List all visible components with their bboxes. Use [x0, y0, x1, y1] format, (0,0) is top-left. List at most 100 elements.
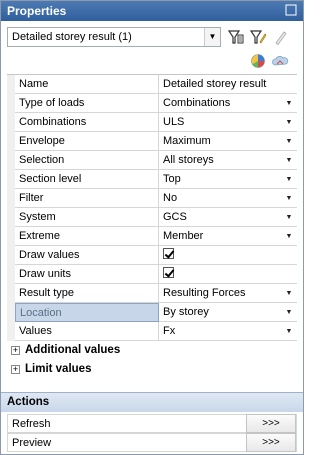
location-select[interactable]: By storey ▼	[159, 303, 297, 322]
property-label: Draw units	[15, 265, 159, 284]
section-limit-values[interactable]: + Limit values	[7, 360, 297, 379]
refresh-label: Refresh	[12, 418, 51, 430]
draw-values-checkbox[interactable]	[163, 248, 174, 259]
filter-select[interactable]: No ▼	[159, 189, 297, 208]
row-gutter	[7, 208, 15, 227]
property-row-name: Name Detailed storey result	[7, 75, 297, 94]
pin-icon[interactable]	[285, 4, 297, 16]
object-selector[interactable]: Detailed storey result (1) ▼	[7, 27, 221, 47]
row-gutter	[7, 284, 15, 303]
chevron-down-icon[interactable]: ▼	[283, 154, 295, 167]
property-label: Name	[15, 75, 159, 94]
property-label: Draw values	[15, 246, 159, 265]
chevron-down-icon[interactable]: ▼	[283, 287, 295, 300]
envelope-select[interactable]: Maximum ▼	[159, 132, 297, 151]
property-label: Values	[15, 322, 159, 341]
result-type-select[interactable]: Resulting Forces ▼	[159, 284, 297, 303]
select-filter-icon[interactable]	[227, 28, 245, 46]
property-row-combinations: Combinations ULS ▼	[7, 113, 297, 132]
name-input[interactable]: Detailed storey result	[159, 75, 297, 94]
row-gutter	[7, 303, 15, 322]
edit-pencil-icon[interactable]	[271, 28, 289, 46]
property-value-cell	[159, 246, 297, 265]
section-label: Limit values	[25, 363, 92, 375]
extreme-select[interactable]: Member ▼	[159, 227, 297, 246]
draw-units-checkbox[interactable]	[163, 267, 174, 278]
property-value: GCS	[163, 211, 187, 223]
chevron-down-icon[interactable]: ▼	[283, 173, 295, 186]
chevron-down-icon[interactable]: ▼	[283, 192, 295, 205]
row-gutter	[7, 265, 15, 284]
chevron-down-icon[interactable]: ▼	[283, 306, 295, 319]
section-level-select[interactable]: Top ▼	[159, 170, 297, 189]
chevron-down-icon[interactable]: ▼	[283, 325, 295, 338]
property-row-system: System GCS ▼	[7, 208, 297, 227]
expand-icon[interactable]: +	[11, 346, 20, 355]
action-row-refresh: Refresh >>>	[7, 414, 297, 433]
property-row-result-type: Result type Resulting Forces ▼	[7, 284, 297, 303]
row-gutter	[7, 151, 15, 170]
type-of-loads-select[interactable]: Combinations ▼	[159, 94, 297, 113]
selection-select[interactable]: All storeys ▼	[159, 151, 297, 170]
row-gutter	[7, 75, 15, 94]
properties-panel: Properties Detailed storey result (1) ▼ …	[0, 0, 304, 455]
property-value: Top	[163, 173, 181, 185]
property-row-type-of-loads: Type of loads Combinations ▼	[7, 94, 297, 113]
object-selector-value: Detailed storey result (1)	[12, 31, 132, 43]
row-gutter	[7, 227, 15, 246]
property-label: Filter	[15, 189, 159, 208]
combinations-select[interactable]: ULS ▼	[159, 113, 297, 132]
property-label: Extreme	[15, 227, 159, 246]
property-value: Fx	[163, 325, 176, 337]
action-row-preview: Preview >>>	[7, 433, 297, 452]
filter-edit-icon[interactable]	[249, 28, 267, 46]
property-row-location: Location By storey ▼	[7, 303, 297, 322]
chevron-down-icon[interactable]: ▼	[283, 211, 295, 224]
refresh-button[interactable]: >>>	[246, 414, 296, 433]
property-row-draw-values: Draw values	[7, 246, 297, 265]
property-label: Type of loads	[15, 94, 159, 113]
chevron-down-icon[interactable]: ▼	[283, 230, 295, 243]
row-gutter	[7, 132, 15, 151]
row-gutter	[7, 94, 15, 113]
chevron-down-icon[interactable]: ▼	[283, 135, 295, 148]
preview-button[interactable]: >>>	[246, 433, 296, 452]
row-gutter	[7, 113, 15, 132]
section-additional-values[interactable]: + Additional values	[7, 341, 297, 360]
property-value: Combinations	[163, 97, 231, 109]
property-row-filter: Filter No ▼	[7, 189, 297, 208]
property-value: By storey	[163, 306, 209, 318]
property-row-selection: Selection All storeys ▼	[7, 151, 297, 170]
property-grid: Name Detailed storey result Type of load…	[7, 74, 297, 379]
system-select[interactable]: GCS ▼	[159, 208, 297, 227]
property-label: Section level	[15, 170, 159, 189]
cloud-icon[interactable]	[271, 52, 289, 70]
property-row-section-level: Section level Top ▼	[7, 170, 297, 189]
property-label: System	[15, 208, 159, 227]
panel-title: Properties	[7, 4, 67, 18]
property-label-selected[interactable]: Location	[15, 303, 159, 322]
property-row-draw-units: Draw units	[7, 265, 297, 284]
row-gutter	[7, 170, 15, 189]
property-label: Combinations	[15, 113, 159, 132]
property-value: ULS	[163, 116, 185, 128]
property-label: Selection	[15, 151, 159, 170]
row-gutter	[7, 189, 15, 208]
chevron-down-icon[interactable]: ▼	[283, 97, 295, 110]
section-label: Additional values	[25, 344, 121, 356]
property-value: No	[163, 192, 178, 204]
values-select[interactable]: Fx ▼	[159, 322, 297, 341]
property-value: All storeys	[163, 154, 214, 166]
property-label: Result type	[15, 284, 159, 303]
expand-icon[interactable]: +	[11, 365, 20, 374]
property-value: Resulting Forces	[163, 287, 246, 299]
preview-label: Preview	[12, 437, 52, 449]
property-value-cell	[159, 265, 297, 284]
property-value: Member	[163, 230, 204, 242]
chevron-down-icon[interactable]: ▼	[204, 28, 220, 46]
row-gutter	[7, 322, 15, 341]
actions-title: Actions	[7, 396, 50, 408]
chevron-down-icon[interactable]: ▼	[283, 116, 295, 129]
property-row-values: Values Fx ▼	[7, 322, 297, 341]
color-palette-icon[interactable]	[249, 52, 267, 70]
